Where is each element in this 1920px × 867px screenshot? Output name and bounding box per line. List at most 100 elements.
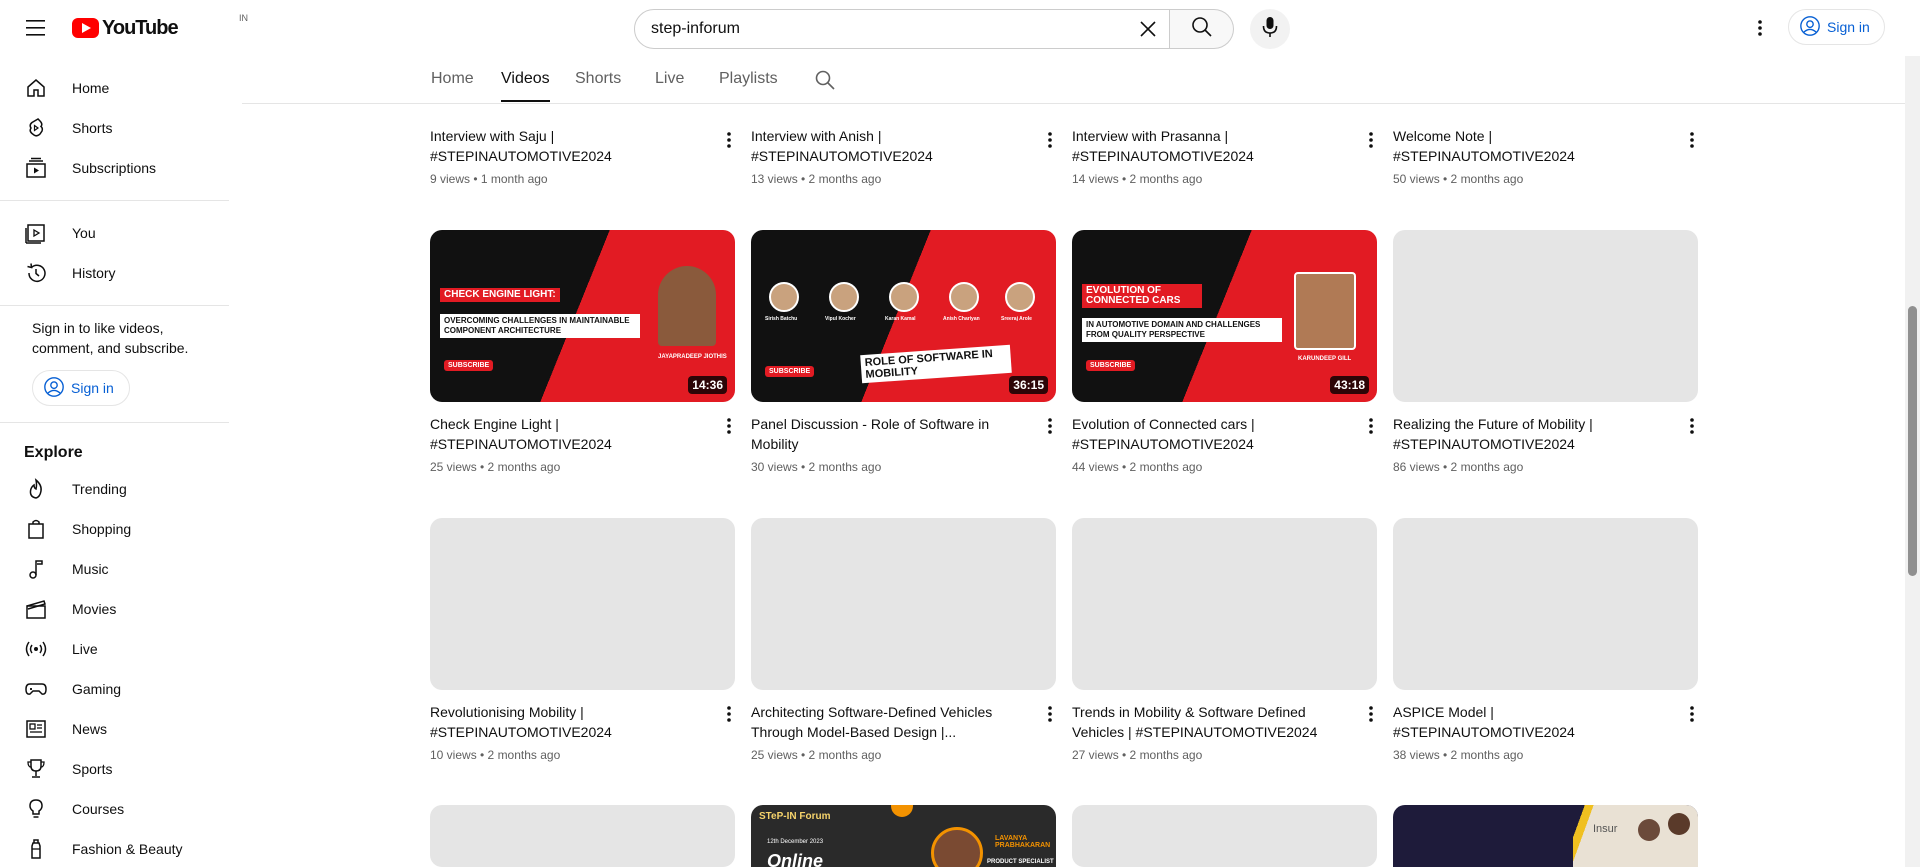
video-card[interactable]: Realizing the Future of Mobility | #STEP… — [1393, 230, 1698, 474]
sidebar-item-label: Courses — [72, 801, 125, 817]
video-thumbnail[interactable]: Insur — [1393, 805, 1698, 867]
video-card[interactable]: Sirish Batchu Vipul Kocher Karan Kamal A… — [751, 230, 1056, 474]
video-title[interactable]: Evolution of Connected cars | #STEPINAUT… — [1072, 414, 1377, 454]
video-title[interactable]: Interview with Prasanna | #STEPINAUTOMOT… — [1072, 126, 1377, 166]
video-title[interactable]: Architecting Software-Defined Vehicles T… — [751, 702, 1056, 742]
tab-videos[interactable]: Videos — [501, 70, 550, 102]
sidebar-item-news[interactable]: News — [0, 709, 229, 749]
video-title[interactable]: Welcome Note | #STEPINAUTOMOTIVE2024 — [1393, 126, 1698, 166]
video-title[interactable]: Interview with Saju | #STEPINAUTOMOTIVE2… — [430, 126, 735, 166]
sidebar-item-shopping[interactable]: Shopping — [0, 509, 229, 549]
sidebar-item-live[interactable]: Live — [0, 629, 229, 669]
video-title[interactable]: Realizing the Future of Mobility | #STEP… — [1393, 414, 1698, 454]
video-card[interactable]: Interview with Saju | #STEPINAUTOMOTIVE2… — [430, 44, 735, 186]
video-card[interactable]: Welcome Note | #STEPINAUTOMOTIVE2024 50 … — [1393, 44, 1698, 186]
video-thumbnail[interactable] — [430, 805, 735, 867]
more-vert-icon[interactable] — [1359, 702, 1383, 726]
youtube-logo[interactable]: YouTube IN — [72, 13, 248, 40]
video-thumbnail[interactable] — [1072, 805, 1377, 867]
more-vert-icon[interactable] — [717, 702, 741, 726]
video-card[interactable]: Interview with Prasanna | #STEPINAUTOMOT… — [1072, 44, 1377, 186]
tab-shorts[interactable]: Shorts — [575, 70, 621, 88]
sidebar-signin-button[interactable]: Sign in — [32, 370, 130, 406]
sidebar-item-music[interactable]: Music — [0, 549, 229, 589]
video-card[interactable]: Revolutionising Mobility | #STEPINAUTOMO… — [430, 518, 735, 762]
trending-icon — [24, 477, 48, 501]
more-vert-icon[interactable] — [717, 128, 741, 152]
more-vert-icon[interactable] — [1038, 702, 1062, 726]
scrollbar-thumb[interactable] — [1908, 306, 1917, 576]
signin-button[interactable]: Sign in — [1788, 9, 1885, 45]
sidebar: Home Shorts Subscriptions You History Si… — [0, 56, 229, 867]
more-vert-icon[interactable] — [1359, 414, 1383, 438]
sidebar-item-home[interactable]: Home — [0, 68, 229, 108]
more-vert-icon[interactable] — [1038, 414, 1062, 438]
video-card[interactable]: Architecting Software-Defined Vehicles T… — [751, 518, 1056, 762]
more-vert-icon[interactable] — [1680, 128, 1704, 152]
video-meta: 27 views • 2 months ago — [1072, 748, 1203, 762]
menu-icon[interactable] — [20, 12, 52, 44]
more-vert-icon[interactable] — [1038, 128, 1062, 152]
sidebar-item-label: News — [72, 721, 108, 737]
sidebar-item-shorts[interactable]: Shorts — [0, 108, 229, 148]
speaker-photo — [1294, 272, 1356, 350]
video-thumbnail[interactable] — [430, 518, 735, 690]
home-icon — [24, 76, 48, 100]
video-thumbnail[interactable]: STeP-IN Forum 12th December 2023 Online … — [751, 805, 1056, 867]
video-thumbnail[interactable] — [751, 518, 1056, 690]
video-card[interactable]: Trends in Mobility & Software Defined Ve… — [1072, 518, 1377, 762]
video-title[interactable]: Interview with Anish | #STEPINAUTOMOTIVE… — [751, 126, 1056, 166]
thumb-role: PRODUCT SPECIALIST — [987, 859, 1054, 865]
video-thumbnail[interactable] — [1393, 518, 1698, 690]
sidebar-item-label: Movies — [72, 601, 117, 617]
sidebar-item-label: Trending — [72, 481, 127, 497]
settings-more-icon[interactable] — [1744, 12, 1776, 44]
sidebar-item-history[interactable]: History — [0, 253, 229, 293]
sidebar-item-you[interactable]: You — [0, 213, 229, 253]
tab-live[interactable]: Live — [655, 70, 684, 88]
more-vert-icon[interactable] — [1359, 128, 1383, 152]
video-card[interactable]: ASPICE Model | #STEPINAUTOMOTIVE2024 38 … — [1393, 518, 1698, 762]
video-thumbnail[interactable]: CHECK ENGINE LIGHT: OVERCOMING CHALLENGE… — [430, 230, 735, 402]
tab-playlists[interactable]: Playlists — [719, 70, 778, 88]
video-title[interactable]: Check Engine Light | #STEPINAUTOMOTIVE20… — [430, 414, 735, 454]
more-vert-icon[interactable] — [1680, 414, 1704, 438]
video-card[interactable]: CHECK ENGINE LIGHT: OVERCOMING CHALLENGE… — [430, 230, 735, 474]
video-duration: 14:36 — [688, 376, 727, 394]
sidebar-item-sports[interactable]: Sports — [0, 749, 229, 789]
video-thumbnail[interactable] — [1072, 518, 1377, 690]
courses-icon — [24, 797, 48, 821]
search-input[interactable] — [635, 20, 1095, 38]
panelist-name: Sreeraj Arole — [1001, 316, 1032, 322]
video-card[interactable] — [430, 805, 735, 867]
sidebar-item-subscriptions[interactable]: Subscriptions — [0, 148, 229, 188]
video-card[interactable]: STeP-IN Forum 12th December 2023 Online … — [751, 805, 1056, 867]
video-card[interactable] — [1072, 805, 1377, 867]
video-thumbnail[interactable] — [1393, 230, 1698, 402]
panelist-photo — [889, 282, 919, 312]
tab-home[interactable]: Home — [431, 70, 474, 88]
sidebar-item-fashion-beauty[interactable]: Fashion & Beauty — [0, 829, 229, 867]
clear-icon[interactable] — [1133, 14, 1163, 44]
video-card[interactable]: EVOLUTION OF CONNECTED CARS IN AUTOMOTIV… — [1072, 230, 1377, 474]
video-meta: 9 views • 1 month ago — [430, 172, 548, 186]
page-scrollbar[interactable] — [1905, 56, 1920, 867]
sidebar-item-movies[interactable]: Movies — [0, 589, 229, 629]
video-title[interactable]: ASPICE Model | #STEPINAUTOMOTIVE2024 — [1393, 702, 1698, 742]
video-thumbnail[interactable]: EVOLUTION OF CONNECTED CARS IN AUTOMOTIV… — [1072, 230, 1377, 402]
video-card[interactable]: Interview with Anish | #STEPINAUTOMOTIVE… — [751, 44, 1056, 186]
video-meta: 14 views • 2 months ago — [1072, 172, 1203, 186]
more-vert-icon[interactable] — [1680, 702, 1704, 726]
sidebar-item-gaming[interactable]: Gaming — [0, 669, 229, 709]
video-thumbnail[interactable]: Sirish Batchu Vipul Kocher Karan Kamal A… — [751, 230, 1056, 402]
sidebar-item-courses[interactable]: Courses — [0, 789, 229, 829]
sidebar-item-trending[interactable]: Trending — [0, 469, 229, 509]
voice-search-button[interactable] — [1250, 9, 1290, 49]
channel-search-icon[interactable] — [813, 68, 837, 92]
video-title[interactable]: Panel Discussion - Role of Software in M… — [751, 414, 1056, 454]
video-title[interactable]: Revolutionising Mobility | #STEPINAUTOMO… — [430, 702, 735, 742]
video-card[interactable]: Insur — [1393, 805, 1698, 867]
video-title[interactable]: Trends in Mobility & Software Defined Ve… — [1072, 702, 1377, 742]
search-button[interactable] — [1170, 9, 1234, 49]
more-vert-icon[interactable] — [717, 414, 741, 438]
